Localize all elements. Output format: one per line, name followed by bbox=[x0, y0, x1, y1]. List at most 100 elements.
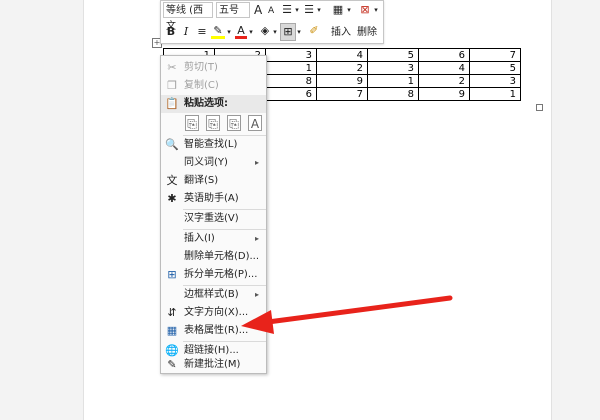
table-cell[interactable]: 9 bbox=[316, 74, 368, 88]
paste-options-row: ⎘ ⎘ ⎘ A bbox=[161, 113, 266, 133]
menu-item-label: 文字方向(X)... bbox=[184, 307, 249, 318]
split-cells-icon: ⊞ bbox=[167, 268, 177, 281]
bold-button[interactable]: B bbox=[166, 24, 176, 40]
menu-item-text-direction[interactable]: ⇵ 文字方向(X)... bbox=[161, 304, 266, 322]
chevron-down-icon[interactable]: ▾ bbox=[247, 24, 255, 40]
table-cell[interactable]: 6 bbox=[265, 87, 317, 101]
table-cell[interactable]: 3 bbox=[367, 61, 419, 75]
menu-item-paste-options: 📋 粘贴选项: bbox=[161, 95, 266, 113]
menu-item-table-properties[interactable]: ▦ 表格属性(R)... bbox=[161, 322, 266, 340]
italic-button[interactable]: I bbox=[181, 24, 191, 40]
table-cell[interactable]: 4 bbox=[316, 48, 368, 62]
shading-icon[interactable]: ◈ bbox=[258, 23, 272, 39]
chevron-down-icon[interactable]: ▾ bbox=[293, 2, 301, 18]
smart-lookup-icon: 🔍 bbox=[165, 138, 179, 151]
table-cell[interactable]: 9 bbox=[418, 87, 470, 101]
chevron-down-icon[interactable]: ▾ bbox=[295, 24, 303, 40]
menu-item-label: 智能查找(L) bbox=[184, 139, 238, 150]
submenu-arrow-icon: ▸ bbox=[255, 158, 260, 167]
grow-font-button[interactable]: A bbox=[254, 2, 262, 18]
menu-item-border-styles[interactable]: 边框样式(B) ▸ bbox=[161, 286, 266, 304]
menu-item-label: 同义词(Y) bbox=[184, 157, 228, 168]
clipboard-icon: 📋 bbox=[165, 97, 179, 110]
format-painter-icon[interactable]: ✐ bbox=[307, 23, 321, 39]
menu-item-label: 翻译(S) bbox=[184, 175, 219, 186]
menu-item-label: 新建批注(M) bbox=[184, 359, 241, 370]
menu-item-reconvert[interactable]: 汉字重选(V) bbox=[161, 210, 266, 228]
table-cell[interactable]: 8 bbox=[265, 74, 317, 88]
paste-keep-source-icon[interactable]: ⎘ bbox=[185, 115, 199, 131]
delete-button[interactable]: 删除 bbox=[357, 23, 377, 38]
table-cell[interactable]: 6 bbox=[418, 48, 470, 62]
menu-item-translate[interactable]: 文 翻译(S) bbox=[161, 172, 266, 190]
mini-toolbar: 等线 (西文 五号 A A ☰ ▾ ☰ ▾ ▦ ▾ ⊠ ▾ B I ≡ ✎ ▾ … bbox=[160, 0, 384, 44]
bullets-icon[interactable]: ☰ bbox=[281, 2, 293, 18]
menu-item-copy[interactable]: ❐ 复制(C) bbox=[161, 77, 266, 95]
menu-item-synonyms[interactable]: 同义词(Y) ▸ bbox=[161, 154, 266, 172]
table-cell[interactable]: 1 bbox=[367, 74, 419, 88]
table-cell[interactable]: 1 bbox=[265, 61, 317, 75]
menu-item-label: 英语助手(A) bbox=[184, 193, 239, 204]
chevron-down-icon[interactable]: ▾ bbox=[271, 24, 279, 40]
menu-item-insert[interactable]: 插入(I) ▸ bbox=[161, 230, 266, 248]
table-properties-icon: ▦ bbox=[166, 324, 178, 337]
menu-item-label: 边框样式(B) bbox=[184, 289, 239, 300]
menu-item-english-assistant[interactable]: ✱ 英语助手(A) bbox=[161, 190, 266, 208]
english-assistant-icon: ✱ bbox=[167, 192, 177, 205]
paste-merge-format-icon[interactable]: ⎘ bbox=[206, 115, 220, 131]
font-name-select[interactable]: 等线 (西文 bbox=[163, 2, 213, 32]
menu-item-cut[interactable]: ✂ 剪切(T) bbox=[161, 59, 266, 77]
menu-item-label: 表格属性(R)... bbox=[184, 325, 249, 336]
chevron-down-icon[interactable]: ▾ bbox=[345, 2, 353, 18]
highlight-icon[interactable]: ✎ bbox=[211, 23, 225, 39]
chevron-down-icon[interactable]: ▾ bbox=[315, 2, 323, 18]
table-cell[interactable]: 1 bbox=[469, 87, 521, 101]
font-color-icon[interactable]: A bbox=[235, 23, 247, 39]
menu-item-label: 复制(C) bbox=[184, 80, 219, 91]
numbering-icon[interactable]: ☰ bbox=[303, 2, 315, 18]
table-cell[interactable]: 3 bbox=[469, 74, 521, 88]
right-margin-area bbox=[551, 0, 600, 420]
menu-item-label: 插入(I) bbox=[184, 233, 215, 244]
insert-button[interactable]: 插入 bbox=[331, 23, 351, 38]
center-align-icon[interactable]: ≡ bbox=[196, 24, 208, 40]
table-cell[interactable]: 5 bbox=[469, 61, 521, 75]
table-cell[interactable]: 2 bbox=[418, 74, 470, 88]
chevron-down-icon[interactable]: ▾ bbox=[372, 2, 380, 18]
table-cell[interactable]: 4 bbox=[418, 61, 470, 75]
context-menu: ✂ 剪切(T) ❐ 复制(C) 📋 粘贴选项: ⎘ ⎘ ⎘ A 🔍 智能查找(L… bbox=[160, 55, 267, 374]
menu-item-label: 粘贴选项: bbox=[184, 98, 228, 109]
menu-item-label: 删除单元格(D)... bbox=[184, 251, 260, 262]
text-direction-icon: ⇵ bbox=[167, 306, 177, 319]
shrink-font-button[interactable]: A bbox=[268, 3, 274, 19]
submenu-arrow-icon: ▸ bbox=[255, 290, 260, 299]
table-cell[interactable]: 3 bbox=[265, 48, 317, 62]
scissors-icon: ✂ bbox=[167, 61, 177, 74]
menu-item-new-comment[interactable]: ✎ 新建批注(M) bbox=[161, 356, 266, 374]
table-cell[interactable]: 7 bbox=[316, 87, 368, 101]
table-style-icon[interactable]: ▦ bbox=[331, 2, 345, 18]
table-resize-handle-icon[interactable] bbox=[536, 104, 543, 111]
delete-table-icon[interactable]: ⊠ bbox=[358, 2, 372, 18]
menu-item-smart-lookup[interactable]: 🔍 智能查找(L) bbox=[161, 136, 266, 154]
table-cell[interactable]: 7 bbox=[469, 48, 521, 62]
submenu-arrow-icon: ▸ bbox=[255, 234, 260, 243]
document-window: + 1 2 3 4 5 6 7 1 2 3 4 5 bbox=[0, 0, 600, 420]
menu-item-label: 拆分单元格(P)... bbox=[184, 269, 258, 280]
menu-item-label: 汉字重选(V) bbox=[184, 213, 239, 224]
new-comment-icon: ✎ bbox=[167, 358, 177, 371]
menu-item-delete-cells[interactable]: 删除单元格(D)... bbox=[161, 248, 266, 266]
paste-nested-table-icon[interactable]: ⎘ bbox=[227, 115, 241, 131]
menu-item-split-cells[interactable]: ⊞ 拆分单元格(P)... bbox=[161, 266, 266, 284]
mini-toolbar-row-2: B I ≡ ✎ ▾ A ▾ ◈ ▾ ⊞ ▾ ✐ 插入 删除 bbox=[161, 20, 383, 42]
left-margin-area bbox=[0, 0, 84, 420]
font-size-select[interactable]: 五号 bbox=[216, 2, 250, 18]
menu-item-label: 剪切(T) bbox=[184, 62, 218, 73]
borders-icon[interactable]: ⊞ bbox=[280, 23, 296, 41]
table-cell[interactable]: 8 bbox=[367, 87, 419, 101]
table-cell[interactable]: 2 bbox=[316, 61, 368, 75]
table-cell[interactable]: 5 bbox=[367, 48, 419, 62]
paste-keep-text-icon[interactable]: A bbox=[248, 115, 262, 131]
copy-icon: ❐ bbox=[167, 79, 177, 92]
chevron-down-icon[interactable]: ▾ bbox=[225, 24, 233, 40]
